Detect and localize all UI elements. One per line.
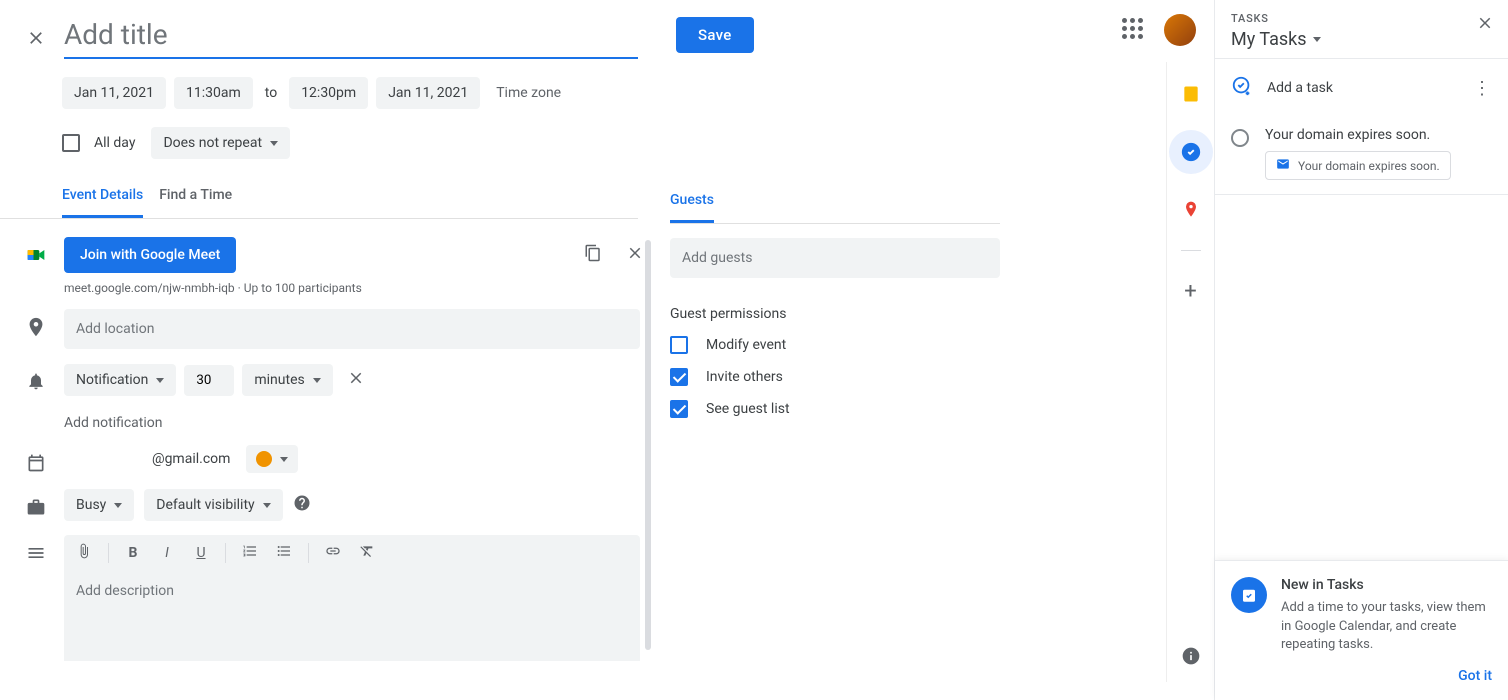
maps-icon[interactable] [1173,192,1209,228]
to-label: to [261,85,281,101]
info-icon[interactable] [1181,646,1201,670]
notification-value-input[interactable] [184,365,234,396]
tasks-panel: TASKS My Tasks Add a task ⋮ Your domain … [1214,0,1508,700]
tasks-label: TASKS [1231,12,1492,25]
caret-icon [313,378,321,383]
task-title[interactable]: Your domain expires soon. [1265,127,1492,143]
end-date-chip[interactable]: Jan 11, 2021 [376,77,480,109]
underline-icon[interactable]: U [191,545,211,561]
add-guests-input[interactable] [670,238,1000,278]
caret-icon [156,378,164,383]
repeat-dropdown[interactable]: Does not repeat [151,127,290,159]
description-icon [24,541,48,565]
tasks-list-dropdown[interactable]: My Tasks [1231,29,1492,50]
close-button[interactable] [24,26,48,50]
keep-icon[interactable] [1173,76,1209,112]
task-checkbox[interactable] [1231,129,1249,147]
caret-icon [270,141,278,146]
start-date-chip[interactable]: Jan 11, 2021 [62,77,166,109]
repeat-label: Does not repeat [163,135,262,151]
avatar[interactable] [1164,14,1196,46]
tab-find-time[interactable]: Find a Time [159,187,232,218]
divider [1181,250,1201,251]
invite-others-checkbox[interactable] [670,368,688,386]
tab-guests[interactable]: Guests [670,192,714,223]
tasks-list-name: My Tasks [1231,29,1307,50]
popup-icon [1231,577,1267,613]
title-input[interactable] [64,12,638,59]
join-meet-button[interactable]: Join with Google Meet [64,237,236,273]
add-task-icon [1231,75,1253,101]
meet-link-text: meet.google.com/njw-nmbh-iqb · Up to 100… [64,281,650,295]
see-guest-list-label: See guest list [706,401,790,417]
calendar-email: @gmail.com [152,451,230,467]
allday-label: All day [94,135,135,151]
caret-icon [280,457,288,462]
bullet-list-icon[interactable] [274,543,294,563]
location-icon [24,315,48,339]
calendar-icon [24,451,48,475]
description-input[interactable] [64,571,640,661]
caret-icon [263,503,271,508]
notification-unit-dropdown[interactable]: minutes [242,364,332,396]
modify-event-checkbox[interactable] [670,336,688,354]
task-email-chip[interactable]: Your domain expires soon. [1265,151,1451,180]
invite-others-label: Invite others [706,369,783,385]
allday-checkbox[interactable] [62,134,80,152]
timezone-link[interactable]: Time zone [496,85,561,101]
tasks-close-icon[interactable] [1476,14,1494,36]
modify-event-label: Modify event [706,337,786,353]
start-time-chip[interactable]: 11:30am [174,77,253,109]
caret-icon [114,503,122,508]
italic-icon[interactable]: I [157,545,177,561]
calendar-color-dropdown[interactable] [246,445,298,473]
divider [225,543,226,563]
popup-gotit-button[interactable]: Got it [1231,668,1492,684]
color-dot-icon [256,451,272,467]
task-menu-icon[interactable]: ⋮ [1473,78,1492,99]
visibility-dropdown[interactable]: Default visibility [144,489,282,521]
clear-format-icon[interactable] [357,543,377,563]
bell-icon [24,369,48,393]
meet-icon [24,243,48,267]
add-task-button[interactable]: Add a task [1267,80,1333,96]
divider [108,543,109,563]
add-addon-icon[interactable]: + [1173,273,1209,309]
bold-icon[interactable]: B [123,545,143,561]
busy-label: Busy [76,497,106,513]
mail-icon [1276,157,1290,174]
remove-notification-icon[interactable] [341,363,371,397]
end-time-chip[interactable]: 12:30pm [289,77,368,109]
scrollbar[interactable] [645,240,651,650]
notification-type-dropdown[interactable]: Notification [64,364,176,396]
link-icon[interactable] [323,543,343,563]
briefcase-icon [24,495,48,519]
help-icon[interactable] [293,494,311,516]
notification-unit-label: minutes [254,372,304,388]
popup-text: Add a time to your tasks, view them in G… [1281,599,1492,654]
see-guest-list-checkbox[interactable] [670,400,688,418]
numbered-list-icon[interactable] [240,543,260,563]
busy-dropdown[interactable]: Busy [64,489,134,521]
visibility-label: Default visibility [156,497,254,513]
caret-icon [1313,37,1321,42]
attach-icon[interactable] [74,543,94,563]
add-notification-link[interactable]: Add notification [64,415,650,431]
copy-icon[interactable] [578,238,608,272]
save-button[interactable]: Save [676,17,754,53]
location-input[interactable] [64,309,640,349]
popup-title: New in Tasks [1281,577,1492,593]
tab-event-details[interactable]: Event Details [62,187,143,218]
tasks-popup: New in Tasks Add a time to your tasks, v… [1215,560,1508,700]
task-chip-text: Your domain expires soon. [1298,159,1440,173]
tasks-icon[interactable] [1169,130,1213,174]
apps-icon[interactable] [1122,18,1146,42]
notification-type-label: Notification [76,372,148,388]
divider [308,543,309,563]
guest-permissions-title: Guest permissions [670,306,1000,322]
